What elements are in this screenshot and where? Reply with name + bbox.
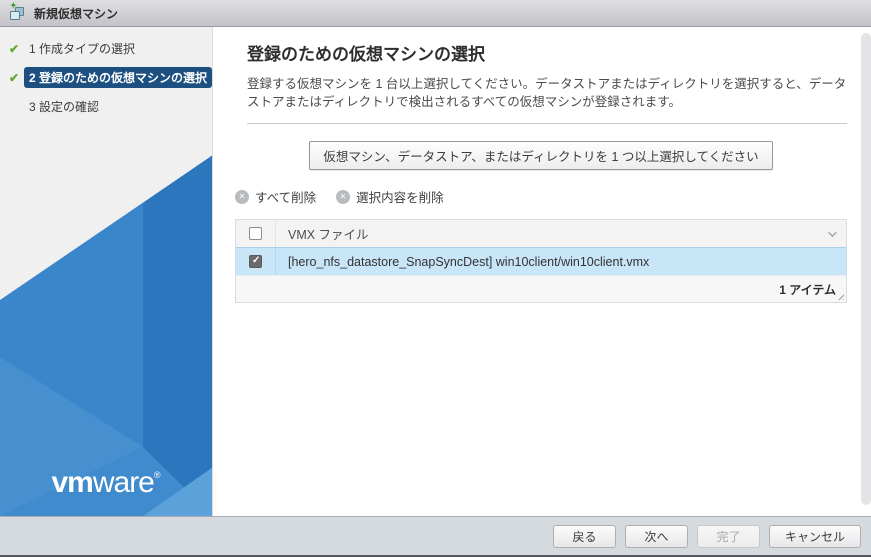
circle-x-icon <box>235 190 249 204</box>
finish-button[interactable]: 完了 <box>697 525 760 548</box>
table-row[interactable]: [hero_nfs_datastore_SnapSyncDest] win10c… <box>236 248 846 276</box>
item-count: 1 アイテム <box>779 281 836 298</box>
step-number: 3 <box>29 100 36 114</box>
remove-all-action[interactable]: すべて削除 <box>235 187 316 206</box>
remove-all-label: すべて削除 <box>255 187 316 206</box>
select-all-checkbox[interactable] <box>249 227 262 240</box>
step-number: 1 <box>29 42 36 56</box>
cancel-button[interactable]: キャンセル <box>769 525 861 548</box>
new-vm-icon: ✦ <box>8 5 27 21</box>
vertical-scrollbar[interactable] <box>861 33 871 505</box>
table-footer: 1 アイテム <box>236 276 846 302</box>
step-label: 設定の確認 <box>39 100 99 114</box>
vmx-file-table: VMX ファイル [hero_nfs_datastore_SnapSyncDes… <box>235 219 847 303</box>
page-description: 登録する仮想マシンを 1 台以上選択してください。データストアまたはディレクトリ… <box>247 75 847 111</box>
step-label: 作成タイプの選択 <box>39 42 135 56</box>
page-title: 登録のための仮想マシンの選択 <box>247 40 847 65</box>
wizard-footer: 戻る 次へ 完了 キャンセル <box>0 516 871 555</box>
vmx-file-path: [hero_nfs_datastore_SnapSyncDest] win10c… <box>288 255 649 269</box>
divider <box>247 123 847 124</box>
row-checkbox[interactable] <box>249 255 262 268</box>
step-label: 登録のための仮想マシンの選択 <box>39 71 207 85</box>
green-check-icon <box>9 42 24 56</box>
new-vm-wizard-window: ✦ 新規仮想マシン 1 作成タイプの選択 2 登録のための仮想マシンの選択 3 … <box>0 0 871 557</box>
vmware-logo: vmware® <box>0 466 212 500</box>
remove-selection-action[interactable]: 選択内容を削除 <box>336 187 444 206</box>
step-1-create-type[interactable]: 1 作成タイプの選択 <box>9 38 206 59</box>
step-3-confirm[interactable]: 3 設定の確認 <box>9 96 206 117</box>
wizard-steps-sidebar: 1 作成タイプの選択 2 登録のための仮想マシンの選択 3 設定の確認 <box>0 27 213 516</box>
window-title: 新規仮想マシン <box>34 5 118 22</box>
green-check-icon <box>9 71 24 85</box>
circle-x-icon <box>336 190 350 204</box>
back-button[interactable]: 戻る <box>553 525 616 548</box>
next-button[interactable]: 次へ <box>625 525 688 548</box>
chevron-down-icon[interactable] <box>828 228 836 236</box>
step-2-select-vm[interactable]: 2 登録のための仮想マシンの選択 <box>9 67 206 88</box>
resize-grip-icon[interactable] <box>837 293 844 300</box>
table-header-row[interactable]: VMX ファイル <box>236 220 846 248</box>
step-number: 2 <box>29 71 36 85</box>
select-vm-datastore-button[interactable]: 仮想マシン、データストア、またはディレクトリを 1 つ以上選択してください <box>309 141 772 170</box>
vmx-file-column-header: VMX ファイル <box>288 224 369 243</box>
wizard-titlebar: ✦ 新規仮想マシン <box>0 0 871 27</box>
wizard-content: 登録のための仮想マシンの選択 登録する仮想マシンを 1 台以上選択してください。… <box>213 27 871 516</box>
remove-selection-label: 選択内容を削除 <box>356 187 444 206</box>
